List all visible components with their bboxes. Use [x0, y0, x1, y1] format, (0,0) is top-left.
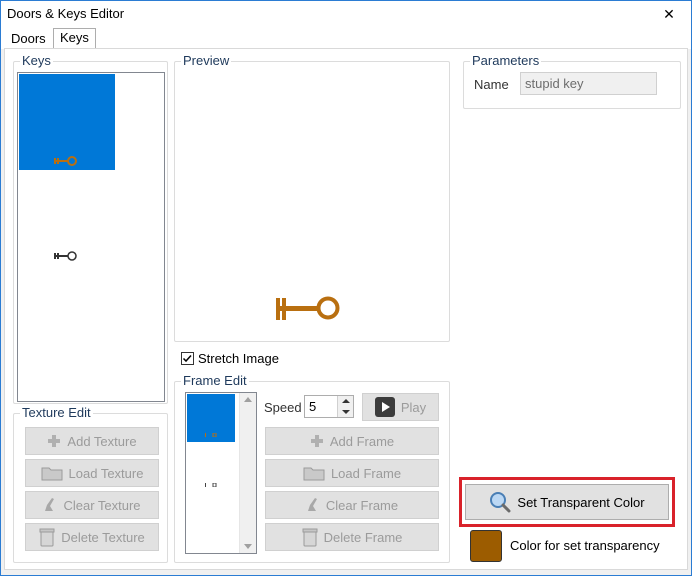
speed-value[interactable]: 5: [309, 399, 316, 414]
add-frame-label: Add Frame: [329, 433, 395, 449]
speed-label: Speed: [264, 400, 302, 415]
play-button[interactable]: Play: [362, 393, 439, 421]
close-icon: ✕: [663, 5, 675, 22]
delete-frame-button[interactable]: Delete Frame: [265, 523, 439, 551]
play-label: Play: [400, 399, 427, 415]
stretch-image-label: Stretch Image: [198, 350, 279, 366]
checkbox-checked-icon: [181, 351, 194, 365]
spin-up-icon: [342, 399, 350, 403]
delete-frame-label: Delete Frame: [323, 529, 403, 545]
frame-thumbnail-icon: [205, 483, 217, 487]
clear-frame-button[interactable]: Clear Frame: [265, 491, 439, 519]
stretch-image-checkbox[interactable]: Stretch Image: [181, 350, 279, 366]
broom-icon: [45, 498, 55, 511]
frame-edit-label: Frame Edit: [181, 373, 249, 388]
load-frame-label: Load Frame: [330, 465, 402, 481]
speed-down-button[interactable]: [337, 407, 353, 417]
tab-strip: Doors Keys: [1, 27, 691, 49]
broom-icon: [307, 498, 317, 511]
add-texture-button[interactable]: Add Texture: [25, 427, 159, 455]
set-transparent-color-button[interactable]: Set Transparent Color: [465, 484, 669, 520]
window-title: Doors & Keys Editor: [7, 6, 125, 21]
keys-texture-list[interactable]: [17, 72, 165, 402]
key-preview-image: [276, 296, 340, 320]
frame-list-item-selected[interactable]: [187, 394, 235, 442]
trash-icon: [39, 528, 55, 547]
magnifier-icon: [490, 492, 511, 513]
speed-spinner[interactable]: 5: [304, 395, 354, 418]
folder-icon: [303, 467, 325, 481]
frame-edit-group: Frame Edit Speed 5 Play Add Frame Load F…: [174, 373, 450, 563]
add-texture-label: Add Texture: [67, 433, 137, 449]
key-thumbnail-icon: [54, 251, 77, 261]
keys-group: Keys: [13, 53, 168, 404]
preview-label: Preview: [181, 53, 232, 68]
delete-texture-button[interactable]: Delete Texture: [25, 523, 159, 551]
frame-list-scrollbar[interactable]: [239, 393, 256, 553]
doors-keys-editor-window: Doors & Keys Editor ✕ Doors Keys Keys Te…: [0, 0, 692, 576]
scroll-up-icon[interactable]: [244, 397, 252, 402]
speed-up-button[interactable]: [337, 396, 353, 407]
set-transparent-color-label: Set Transparent Color: [517, 494, 645, 510]
transparency-color-swatch[interactable]: [470, 530, 502, 562]
scroll-down-icon[interactable]: [244, 544, 252, 549]
frame-list[interactable]: [185, 392, 257, 554]
clear-frame-label: Clear Frame: [325, 497, 399, 513]
texture-list-item-selected[interactable]: [19, 74, 115, 170]
texture-edit-label: Texture Edit: [20, 405, 93, 420]
clear-texture-label: Clear Texture: [63, 497, 141, 513]
parameters-label: Parameters: [470, 53, 542, 68]
key-thumbnail-icon: [54, 156, 77, 166]
trash-icon: [302, 528, 318, 547]
load-texture-label: Load Texture: [68, 465, 144, 481]
play-icon: [374, 397, 395, 417]
texture-list-item[interactable]: [19, 203, 115, 299]
transparency-color-label: Color for set transparency: [510, 538, 660, 553]
frame-thumbnail-icon: [205, 433, 217, 437]
tab-keys[interactable]: Keys: [53, 28, 96, 49]
folder-icon: [41, 467, 63, 481]
keys-group-label: Keys: [20, 53, 53, 68]
title-bar: Doors & Keys Editor ✕: [1, 1, 691, 27]
preview-group: Preview: [174, 53, 450, 342]
keys-tab-panel: Keys Texture Edit Add Texture Load Textu…: [4, 48, 688, 570]
name-field[interactable]: stupid key: [520, 72, 657, 95]
delete-texture-label: Delete Texture: [61, 529, 145, 545]
close-button[interactable]: ✕: [647, 1, 691, 27]
plus-icon: [310, 435, 323, 447]
add-frame-button[interactable]: Add Frame: [265, 427, 439, 455]
plus-icon: [48, 435, 61, 447]
load-texture-button[interactable]: Load Texture: [25, 459, 159, 487]
name-label: Name: [474, 77, 509, 92]
tab-doors[interactable]: Doors: [5, 30, 52, 49]
clear-texture-button[interactable]: Clear Texture: [25, 491, 159, 519]
spin-down-icon: [342, 410, 350, 414]
load-frame-button[interactable]: Load Frame: [265, 459, 439, 487]
frame-list-item[interactable]: [187, 473, 235, 497]
parameters-group: Parameters Name stupid key: [463, 53, 681, 109]
texture-edit-group: Texture Edit Add Texture Load Texture Cl…: [13, 405, 168, 563]
